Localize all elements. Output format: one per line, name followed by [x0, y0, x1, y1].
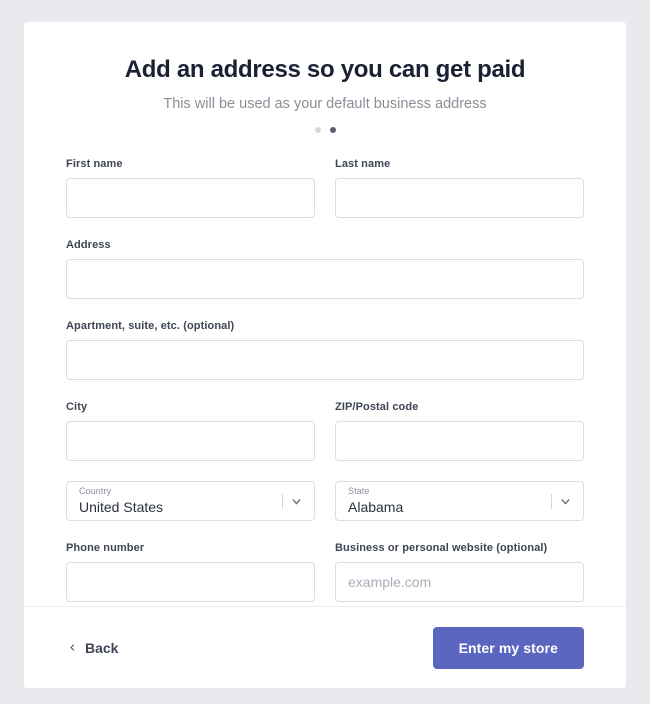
zip-input[interactable] [335, 421, 584, 461]
apartment-label: Apartment, suite, etc. (optional) [66, 319, 584, 333]
step-dot-1[interactable] [315, 127, 321, 133]
last-name-field: Last name [335, 157, 584, 218]
last-name-input[interactable] [335, 178, 584, 218]
city-zip-row: City ZIP/Postal code [66, 400, 584, 481]
phone-field: Phone number [66, 541, 315, 602]
state-select[interactable]: State Alabama [335, 481, 584, 521]
phone-input[interactable] [66, 562, 315, 602]
country-field: Country United States [66, 481, 315, 521]
page-title: Add an address so you can get paid [24, 54, 626, 86]
phone-label: Phone number [66, 541, 315, 555]
first-name-field: First name [66, 157, 315, 218]
last-name-label: Last name [335, 157, 584, 171]
address-field: Address [66, 238, 584, 299]
chevron-down-icon [290, 482, 303, 520]
select-separator [551, 494, 552, 509]
country-select-label: Country [79, 486, 302, 497]
page-subtitle: This will be used as your default busine… [24, 94, 626, 114]
back-button[interactable]: Back [66, 634, 120, 662]
zip-field: ZIP/Postal code [335, 400, 584, 461]
website-field: Business or personal website (optional) [335, 541, 584, 602]
back-button-label: Back [85, 640, 118, 656]
name-row: First name Last name [66, 157, 584, 238]
city-field: City [66, 400, 315, 461]
state-select-value: Alabama [348, 498, 571, 517]
zip-label: ZIP/Postal code [335, 400, 584, 414]
first-name-label: First name [66, 157, 315, 171]
step-dot-2[interactable] [330, 127, 336, 133]
address-label: Address [66, 238, 584, 252]
card-footer: Back Enter my store [24, 607, 626, 688]
address-input[interactable] [66, 259, 584, 299]
country-select[interactable]: Country United States [66, 481, 315, 521]
chevron-down-icon [559, 482, 572, 520]
apartment-field: Apartment, suite, etc. (optional) [66, 319, 584, 380]
enter-my-store-button[interactable]: Enter my store [433, 627, 584, 669]
website-input[interactable] [335, 562, 584, 602]
state-field: State Alabama [335, 481, 584, 521]
country-state-row: Country United States State Alabama [66, 481, 584, 541]
address-form-card: Add an address so you can get paid This … [24, 22, 626, 688]
first-name-input[interactable] [66, 178, 315, 218]
city-input[interactable] [66, 421, 315, 461]
website-label: Business or personal website (optional) [335, 541, 584, 555]
card-header: Add an address so you can get paid This … [24, 22, 626, 133]
city-label: City [66, 400, 315, 414]
chevron-left-icon [68, 641, 77, 654]
apartment-input[interactable] [66, 340, 584, 380]
address-form: First name Last name Address Apartment, … [24, 133, 626, 622]
state-select-label: State [348, 486, 571, 497]
select-separator [282, 494, 283, 509]
country-select-value: United States [79, 498, 302, 517]
